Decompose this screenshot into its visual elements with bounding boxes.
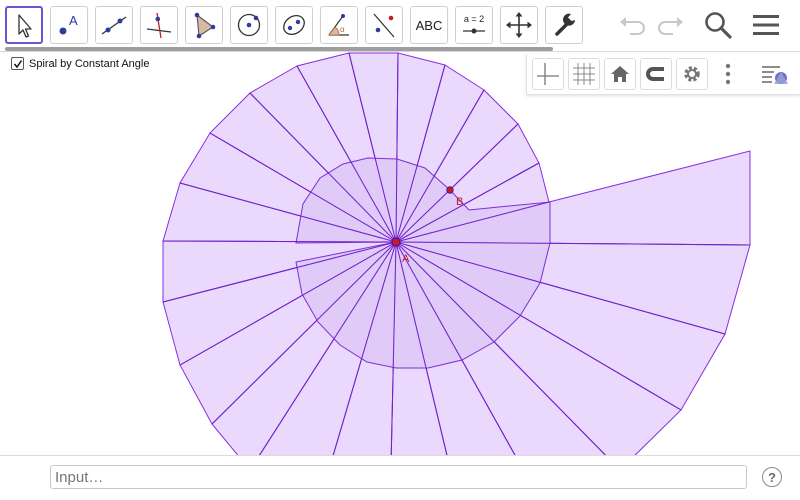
axes-icon [537,63,559,85]
home-icon [611,66,629,82]
undo-icon [620,17,645,35]
grid-icon [573,63,595,85]
point-b-label: B [456,196,463,208]
slider-tool-label: a = 2 [464,14,484,24]
redo-icon [658,17,683,35]
settings-gear-icon [684,66,700,82]
circle-tool-icon [237,13,261,37]
line-tool[interactable] [95,6,133,44]
ellipse-tool[interactable] [275,6,313,44]
perpendicular-tool[interactable] [140,6,178,44]
toolbar: A α ABC a = 2 [0,0,800,50]
more-options-button[interactable] [712,58,744,90]
point-a-label: A [402,253,410,265]
spiral-checkbox[interactable] [11,57,24,70]
style-toggle-icon [762,66,788,84]
style-bar-toggle-button[interactable] [759,58,791,90]
svg-text:α: α [340,25,345,34]
help-icon: ? [768,469,776,485]
more-icon [725,63,731,85]
tools-wrench-icon [555,13,575,36]
move-tool[interactable] [5,6,43,44]
polygon-tool[interactable] [185,6,223,44]
ellipse-tool-icon [283,14,305,36]
redo-button[interactable] [653,8,687,42]
svg-text:A: A [69,13,78,28]
grid-toggle-button[interactable] [568,58,600,90]
style-bar [526,54,800,95]
menu-button[interactable] [749,8,783,42]
line-tool-icon [101,16,127,35]
text-tool-label: ABC [415,17,443,33]
home-view-button[interactable] [604,58,636,90]
spiral-construction: A B [162,52,751,455]
angle-tool[interactable]: α [320,6,358,44]
undo-button[interactable] [616,8,650,42]
reflect-tool-icon [373,13,395,38]
snap-button[interactable] [640,58,672,90]
settings-button[interactable] [676,58,708,90]
input-bar-container: ? [0,455,800,500]
point-tool[interactable]: A [50,6,88,44]
checkmark-icon [13,59,22,68]
polygon-tool-icon [194,12,216,39]
circle-tool[interactable] [230,6,268,44]
slider-tool-icon: a = 2 [463,14,485,34]
move-tool-icon [18,14,32,38]
menu-icon [753,15,779,35]
algebra-input[interactable] [50,465,747,489]
point-tool-icon: A [59,13,78,35]
axes-toggle-button[interactable] [532,58,564,90]
search-button[interactable] [701,8,735,42]
spiral-checkbox-label: Spiral by Constant Angle [29,57,150,70]
slider-tool[interactable]: a = 2 [455,6,493,44]
help-button[interactable]: ? [762,467,782,487]
angle-tool-icon: α [328,14,349,36]
perpendicular-tool-icon [146,12,172,39]
tools-button[interactable] [545,6,583,44]
text-tool[interactable]: ABC [410,6,448,44]
reflect-tool[interactable] [365,6,403,44]
move-graphics-tool[interactable] [500,6,538,44]
point-b[interactable] [446,186,454,194]
spiral-checkbox-row[interactable]: Spiral by Constant Angle [11,57,149,70]
graphics-view[interactable]: A B [0,52,800,455]
point-a[interactable] [391,237,401,247]
search-icon [705,12,732,39]
move-graphics-tool-icon [506,12,532,38]
magnet-icon [646,67,664,81]
